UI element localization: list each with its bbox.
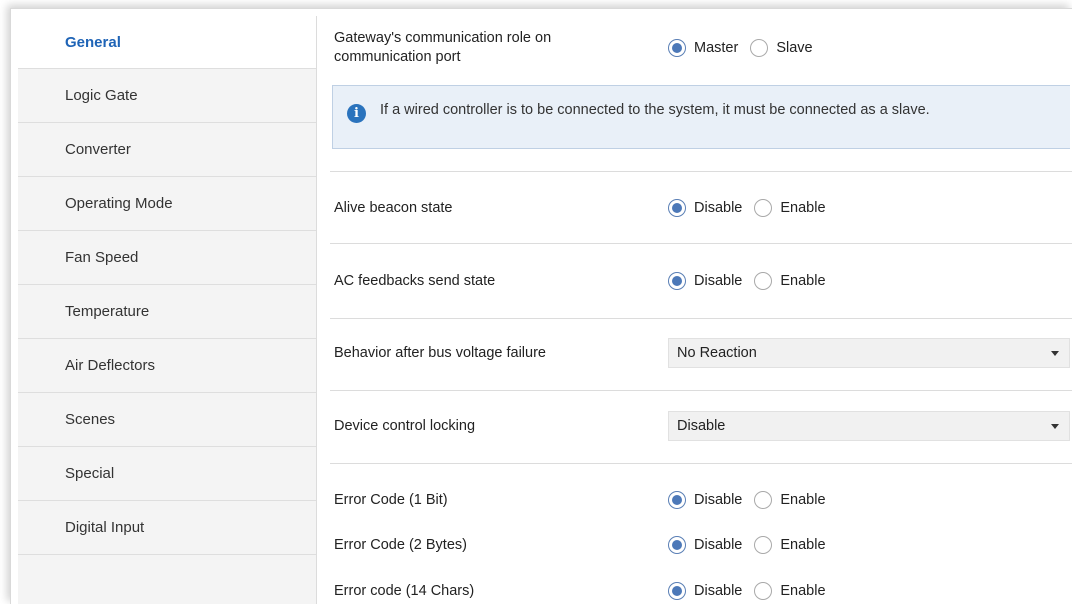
- sidebar-item-air-deflectors[interactable]: Air Deflectors: [18, 339, 316, 393]
- divider: [330, 318, 1072, 319]
- error-2bytes-radio-group: Disable Enable: [668, 536, 838, 554]
- bus-voltage-select-value: No Reaction: [677, 345, 757, 361]
- error-1bit-row: Error Code (1 Bit) Disable Enable: [334, 480, 1072, 520]
- comm-role-master-radio[interactable]: [668, 39, 686, 57]
- control-locking-select[interactable]: Disable: [668, 411, 1070, 441]
- divider: [330, 171, 1072, 172]
- error-1bit-disable-label[interactable]: Disable: [694, 492, 742, 508]
- alive-beacon-enable-label[interactable]: Enable: [780, 200, 825, 216]
- sidebar-item-label: Temperature: [65, 303, 150, 320]
- sidebar-item-general[interactable]: General: [18, 16, 316, 69]
- error-2bytes-enable-label[interactable]: Enable: [780, 537, 825, 553]
- sidebar-item-label: Fan Speed: [65, 249, 139, 266]
- error-1bit-radio-group: Disable Enable: [668, 491, 838, 509]
- chevron-down-icon: [1051, 423, 1059, 429]
- error-14chars-row: Error code (14 Chars) Disable Enable: [334, 571, 1072, 604]
- sidebar-item-converter[interactable]: Converter: [18, 123, 316, 177]
- ac-feedbacks-label: AC feedbacks send state: [334, 272, 496, 289]
- sidebar-item-label: Converter: [65, 141, 131, 158]
- control-locking-select-value: Disable: [677, 418, 726, 434]
- error-14chars-disable-radio[interactable]: [668, 582, 686, 600]
- sidebar-item-label: Air Deflectors: [65, 357, 156, 374]
- divider: [330, 463, 1072, 464]
- control-locking-row: Device control locking Disable: [334, 406, 1072, 446]
- sidebar-item-fan-speed[interactable]: Fan Speed: [18, 231, 316, 285]
- comm-role-radio-group: Master Slave: [668, 39, 825, 57]
- ac-feedbacks-enable-label[interactable]: Enable: [780, 273, 825, 289]
- ac-feedbacks-disable-label[interactable]: Disable: [694, 273, 742, 289]
- error-14chars-enable-radio[interactable]: [754, 582, 773, 600]
- alive-beacon-disable-radio[interactable]: [668, 199, 686, 217]
- divider: [330, 390, 1072, 391]
- comm-role-slave-radio[interactable]: [750, 39, 769, 57]
- sidebar-item-operating-mode[interactable]: Operating Mode: [18, 177, 316, 231]
- alive-beacon-disable-label[interactable]: Disable: [694, 200, 742, 216]
- sidebar-item-label: Logic Gate: [65, 87, 138, 104]
- error-2bytes-enable-radio[interactable]: [754, 536, 773, 554]
- ac-feedbacks-disable-radio[interactable]: [668, 272, 686, 290]
- ac-feedbacks-enable-radio[interactable]: [754, 272, 773, 290]
- error-2bytes-row: Error Code (2 Bytes) Disable Enable: [334, 525, 1072, 565]
- info-note-text: If a wired controller is to be connected…: [380, 102, 930, 118]
- ac-feedbacks-radio-group: Disable Enable: [668, 272, 838, 290]
- sidebar-item-label: Scenes: [65, 411, 116, 428]
- sidebar-item-digital-input[interactable]: Digital Input: [18, 501, 316, 555]
- comm-role-master-label[interactable]: Master: [694, 40, 738, 56]
- sidebar-item-scenes[interactable]: Scenes: [18, 393, 316, 447]
- sidebar-item-temperature[interactable]: Temperature: [18, 285, 316, 339]
- alive-beacon-radio-group: Disable Enable: [668, 199, 838, 217]
- sidebar-item-special[interactable]: Special: [18, 447, 316, 501]
- sidebar-item-label: Operating Mode: [65, 195, 173, 212]
- info-note: i If a wired controller is to be connect…: [332, 85, 1070, 149]
- sidebar-item-label: Digital Input: [65, 519, 145, 536]
- comm-role-slave-label[interactable]: Slave: [776, 40, 812, 56]
- bus-voltage-row: Behavior after bus voltage failure No Re…: [334, 333, 1072, 373]
- divider: [330, 243, 1072, 244]
- error-14chars-enable-label[interactable]: Enable: [780, 583, 825, 599]
- error-1bit-enable-label[interactable]: Enable: [780, 492, 825, 508]
- error-1bit-label: Error Code (1 Bit): [334, 491, 448, 508]
- error-2bytes-disable-label[interactable]: Disable: [694, 537, 742, 553]
- error-14chars-label: Error code (14 Chars): [334, 582, 475, 599]
- error-1bit-disable-radio[interactable]: [668, 491, 686, 509]
- bus-voltage-label: Behavior after bus voltage failure: [334, 344, 546, 361]
- sidebar-item-label: Special: [65, 465, 115, 482]
- sidebar-item-logic-gate[interactable]: Logic Gate: [18, 69, 316, 123]
- chevron-down-icon: [1051, 350, 1059, 356]
- comm-role-label: Gateway's communication role on communic…: [334, 30, 552, 65]
- alive-beacon-label: Alive beacon state: [334, 199, 453, 216]
- control-locking-label: Device control locking: [334, 417, 476, 434]
- error-2bytes-label: Error Code (2 Bytes): [334, 536, 467, 553]
- bus-voltage-select[interactable]: No Reaction: [668, 338, 1070, 368]
- ac-feedbacks-row: AC feedbacks send state Disable Enable: [334, 261, 1072, 301]
- sidebar: General Logic Gate Converter Operating M…: [18, 16, 317, 604]
- error-14chars-radio-group: Disable Enable: [668, 582, 838, 600]
- error-14chars-disable-label[interactable]: Disable: [694, 583, 742, 599]
- sidebar-item-label: General: [65, 33, 121, 51]
- settings-panel: Gateway's communication role on communic…: [318, 16, 1072, 604]
- error-2bytes-disable-radio[interactable]: [668, 536, 686, 554]
- comm-role-row: Gateway's communication role on communic…: [334, 28, 1072, 68]
- alive-beacon-enable-radio[interactable]: [754, 199, 773, 217]
- alive-beacon-row: Alive beacon state Disable Enable: [334, 188, 1072, 228]
- error-1bit-enable-radio[interactable]: [754, 491, 773, 509]
- info-icon: i: [347, 104, 366, 123]
